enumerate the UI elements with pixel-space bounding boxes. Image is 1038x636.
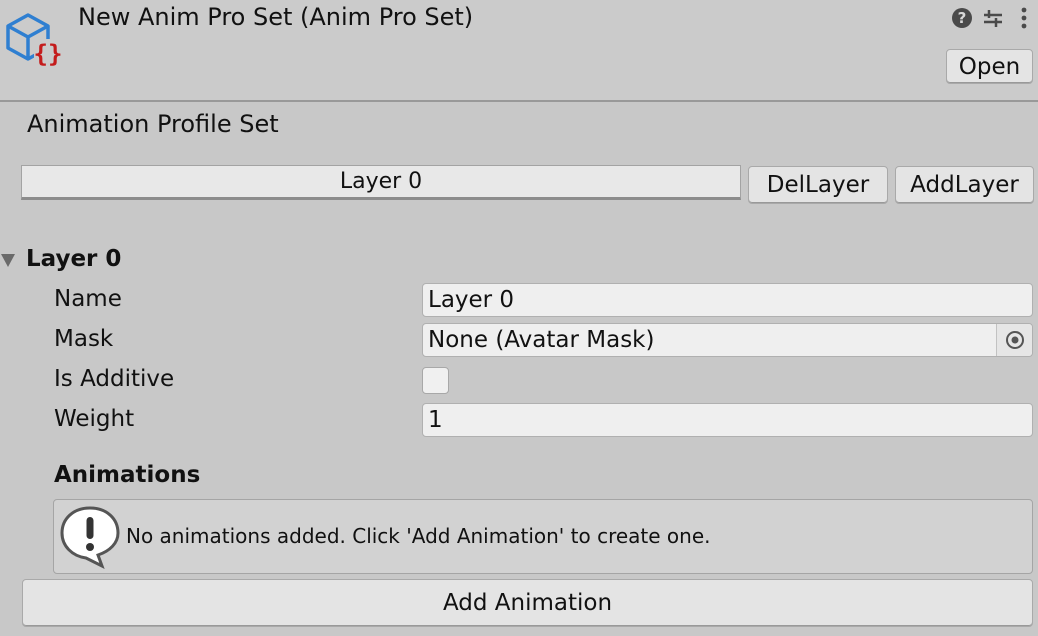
name-label: Name bbox=[54, 286, 122, 312]
mask-value: None (Avatar Mask) bbox=[428, 327, 655, 353]
foldout-arrow-icon[interactable] bbox=[0, 252, 16, 268]
del-layer-button[interactable]: DelLayer bbox=[748, 166, 888, 204]
is-additive-label: Is Additive bbox=[54, 366, 175, 392]
header-divider bbox=[0, 100, 1038, 102]
add-animation-button[interactable]: Add Animation bbox=[22, 579, 1033, 627]
open-button[interactable]: Open bbox=[946, 49, 1033, 84]
more-vertical-icon[interactable] bbox=[1014, 6, 1034, 30]
mask-label: Mask bbox=[54, 326, 114, 352]
help-text: No animations added. Click 'Add Animatio… bbox=[126, 524, 711, 548]
animations-title: Animations bbox=[54, 462, 201, 488]
is-additive-checkbox[interactable] bbox=[422, 367, 449, 394]
inspector-title: New Anim Pro Set (Anim Pro Set) bbox=[78, 3, 474, 31]
preset-sliders-icon[interactable] bbox=[981, 6, 1005, 30]
layer-foldout-label[interactable]: Layer 0 bbox=[26, 246, 121, 272]
weight-label: Weight bbox=[54, 406, 135, 432]
name-field[interactable]: Layer 0 bbox=[422, 283, 1033, 317]
layer-tab[interactable]: Layer 0 bbox=[21, 165, 741, 200]
script-asset-cube-icon: {} bbox=[4, 8, 64, 68]
svg-text:?: ? bbox=[958, 9, 967, 27]
object-picker-icon[interactable] bbox=[996, 324, 1032, 356]
add-layer-button[interactable]: AddLayer bbox=[895, 166, 1034, 204]
mask-object-field[interactable]: None (Avatar Mask) bbox=[422, 323, 1033, 357]
weight-field[interactable]: 1 bbox=[422, 403, 1033, 437]
svg-text:{}: {} bbox=[34, 40, 63, 68]
warning-speech-bubble-icon bbox=[58, 503, 122, 570]
help-icon[interactable]: ? bbox=[950, 6, 974, 30]
section-title: Animation Profile Set bbox=[27, 110, 279, 138]
